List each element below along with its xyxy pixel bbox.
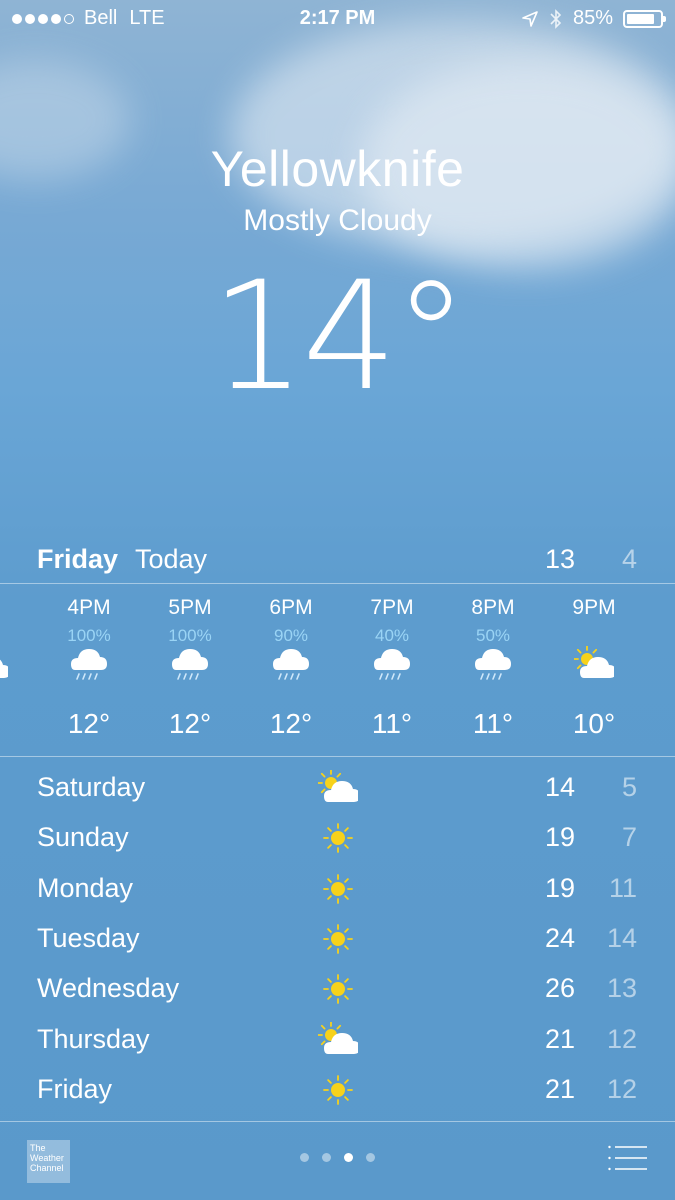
location-arrow-icon	[522, 10, 538, 27]
hourly-time: 8PM	[471, 596, 515, 619]
city-name: Yellowknife	[210, 141, 465, 197]
daily-day-name: Wednesday	[37, 973, 180, 1004]
hourly-forecast[interactable]: M ° 4PM 100% 12° 5PM 100% 12° 6PM 90% 12…	[0, 584, 675, 756]
sun-icon	[318, 971, 358, 1007]
hourly-temperature: 12°	[67, 708, 111, 739]
daily-high: 21	[544, 1023, 575, 1054]
page-dot[interactable]	[322, 1153, 331, 1162]
partly-sunny-icon	[317, 769, 360, 806]
battery-icon	[623, 9, 666, 28]
daily-forecast-row: Wednesday 26 13	[0, 963, 675, 1013]
hourly-temperature: 11°	[472, 708, 514, 739]
today-summary-row: Friday Today 13 4	[0, 540, 675, 582]
today-high: 13	[544, 544, 575, 574]
hourly-temperature: 11°	[371, 708, 413, 739]
daily-high: 26	[544, 973, 575, 1004]
current-temperature: 14°	[210, 250, 469, 424]
hourly-time: 6PM	[269, 596, 313, 619]
daily-forecast-row: Friday 21 12	[0, 1064, 675, 1114]
daily-day-name: Tuesday	[37, 922, 140, 953]
hourly-time: 4PM	[67, 596, 111, 619]
hourly-temperature: 10°	[572, 708, 616, 739]
daily-forecast-row: Sunday 19 7	[0, 812, 675, 862]
hourly-time: 7PM	[370, 596, 414, 619]
rain-cloud-icon	[473, 646, 513, 682]
daily-high: 19	[544, 872, 575, 903]
daily-low: 7	[621, 822, 637, 853]
sun-icon	[318, 1072, 358, 1108]
footer-toolbar: The Weather Channel	[0, 1122, 675, 1200]
daily-low: 13	[606, 973, 637, 1004]
daily-day-name: Sunday	[37, 822, 129, 853]
daily-forecast-row: Tuesday 24 14	[0, 913, 675, 963]
today-label: Today	[135, 544, 208, 574]
daily-forecast-row: Monday 19 11	[0, 863, 675, 913]
battery-percent: 85%	[572, 7, 613, 29]
partly-cloudy-icon	[0, 646, 10, 682]
daily-day-name: Monday	[37, 872, 134, 903]
page-indicator[interactable]	[0, 1153, 675, 1162]
hourly-temperature: °	[0, 708, 38, 740]
rain-cloud-icon	[69, 646, 109, 682]
sun-icon	[318, 820, 358, 856]
status-bar: Bell LTE 2:17 PM 85%	[0, 0, 675, 38]
today-low: 4	[621, 544, 637, 574]
hourly-time: M	[0, 596, 38, 620]
daily-forecast-row: Saturday 14 5	[0, 762, 675, 812]
hourly-precip-chance: 50%	[475, 626, 511, 645]
rain-cloud-icon	[170, 646, 210, 682]
bluetooth-icon	[550, 8, 562, 29]
daily-high: 21	[544, 1073, 575, 1104]
rain-cloud-icon	[372, 646, 412, 682]
daily-day-name: Friday	[37, 1073, 113, 1104]
hourly-time: 1	[645, 596, 675, 620]
today-day-name: Friday	[37, 544, 119, 574]
page-dot[interactable]	[300, 1153, 309, 1162]
hourly-temperature: 12°	[269, 708, 313, 739]
sun-icon	[318, 871, 358, 907]
partly-sunny-icon	[573, 645, 616, 682]
hourly-time: 5PM	[168, 596, 212, 619]
page-dot[interactable]	[366, 1153, 375, 1162]
hourly-precip-chance: 100%	[67, 626, 111, 645]
daily-forecast-row: Thursday 21 12	[0, 1014, 675, 1064]
partly-sunny-icon	[317, 1020, 360, 1058]
daily-low: 14	[606, 922, 637, 953]
daily-high: 19	[544, 822, 575, 853]
daily-high: 14	[544, 772, 575, 802]
hourly-temperature: 12°	[168, 708, 212, 739]
daily-low: 12	[606, 1073, 637, 1104]
sun-icon	[318, 921, 358, 957]
daily-day-name: Saturday	[37, 772, 146, 802]
hourly-precip-chance: 90%	[273, 626, 309, 645]
hourly-precip-chance: 100%	[168, 626, 212, 645]
daily-high: 24	[544, 922, 575, 953]
condition-label: Mostly Cloudy	[243, 204, 432, 237]
city-list-icon[interactable]	[607, 1145, 647, 1171]
daily-low: 11	[608, 872, 637, 903]
daily-low: 12	[606, 1023, 637, 1054]
status-right: 85%	[521, 7, 666, 30]
rain-cloud-icon	[271, 646, 311, 682]
hourly-time: 9PM	[572, 596, 616, 619]
page-dot[interactable]	[344, 1153, 353, 1162]
daily-low: 5	[621, 772, 637, 802]
daily-day-name: Thursday	[37, 1023, 150, 1054]
divider	[0, 756, 675, 757]
hourly-precip-chance: 40%	[374, 626, 410, 645]
